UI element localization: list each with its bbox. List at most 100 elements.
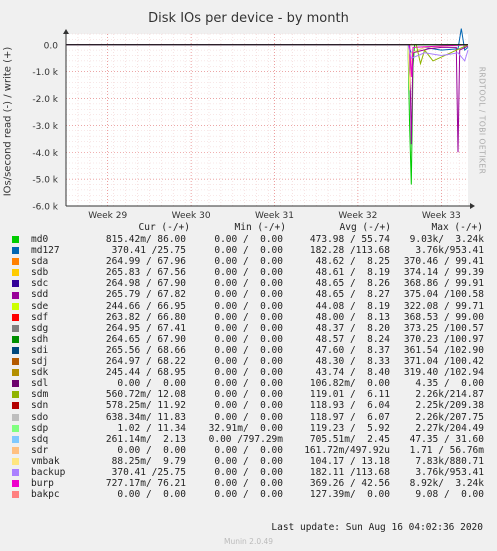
legend-name: bakpc [31, 489, 60, 501]
legend-row-sde: sde 244.66 / 66.95 0.00 / 0.00 44.08 / 8.19… [12, 301, 484, 312]
legend-min: 0.00 / 0.00 [214, 356, 283, 368]
legend-max: 368.53 / 99.00 [403, 311, 484, 323]
y-tick-label: -5.0 k [32, 176, 58, 186]
legend-avg: 182.11 /113.68 [309, 466, 390, 478]
legend-avg: 48.62 / 8.25 [315, 256, 390, 268]
legend-name: sdg [31, 322, 49, 334]
legend-row-sdp: sdp 1.02 / 11.34 32.91m/ 0.00 119.23 / 5.92… [12, 423, 484, 434]
legend-cur: 1.02 / 11.34 [117, 422, 186, 434]
legend-header: Cur (-/+) Min (-/+) Avg (-/+) Max (-/+) [95, 222, 483, 233]
legend-row-sdf: sdf 263.82 / 66.80 0.00 / 0.00 48.00 / 8.13… [12, 312, 484, 323]
legend-cur: 245.44 / 68.95 [105, 367, 186, 379]
legend-name: burp [31, 478, 54, 490]
legend-cur: 370.41 /25.75 [111, 245, 186, 257]
legend-cur: 727.17m/ 76.21 [105, 478, 186, 490]
legend-max: 361.54 /102.90 [403, 344, 484, 356]
legend-avg: 104.17 / 13.18 [309, 455, 390, 467]
legend-min: 0.00 / 0.00 [214, 444, 283, 456]
legend-min: 0.00 / 0.00 [214, 322, 283, 334]
legend-swatch [12, 346, 19, 354]
legend-name: sdn [31, 400, 49, 412]
legend-swatch [12, 413, 19, 421]
legend-min: 0.00 / 0.00 [214, 378, 283, 390]
legend-row-sda: sda 264.99 / 67.96 0.00 / 0.00 48.62 / 8.25… [12, 256, 484, 267]
legend-avg: 119.23 / 5.92 [309, 422, 390, 434]
x-tick-label: Week 29 [88, 211, 127, 221]
legend-max: 3.76k/953.41 [415, 466, 484, 478]
legend-avg: 48.65 / 8.27 [315, 289, 390, 301]
legend-name: sdm [31, 389, 49, 401]
legend-name: sdb [31, 267, 49, 279]
y-tick-label: -4.0 k [32, 149, 58, 159]
legend-name: sdj [31, 356, 49, 368]
legend-cur: 0.00 / 0.00 [117, 378, 186, 390]
legend-cur: 264.65 / 67.90 [105, 333, 186, 345]
legend-swatch [12, 324, 19, 332]
legend-max: 3.76k/953.41 [415, 245, 484, 257]
legend-min: 0.00 / 0.00 [214, 466, 283, 478]
legend-name: md0 [31, 234, 49, 245]
legend-name: sde [31, 300, 49, 312]
legend-row-sdn: sdn 578.25m/ 11.92 0.00 / 0.00 118.93 / 6.0… [12, 400, 484, 411]
legend-avg: 44.08 / 8.19 [315, 300, 390, 312]
legend-min: 0.00 / 0.00 [214, 256, 283, 268]
legend-row-vmbak: vmbak 88.25m/ 9.79 0.00 / 0.00 104.17 / 13.… [12, 456, 484, 467]
x-tick-label: Week 31 [255, 211, 294, 221]
legend-name: sdi [31, 344, 49, 356]
legend-cur: 578.25m/ 11.92 [105, 400, 186, 412]
legend-cur: 265.79 / 67.82 [105, 289, 186, 301]
legend-swatch [12, 236, 19, 244]
legend-avg: 119.01 / 6.11 [309, 389, 390, 401]
legend-row-sdo: sdo 638.34m/ 11.83 0.00 / 0.00 118.97 / 6.0… [12, 412, 484, 423]
legend-cur: 265.56 / 68.66 [105, 344, 186, 356]
legend-row-sdm: sdm 560.72m/ 12.08 0.00 / 0.00 119.01 / 6.1… [12, 389, 484, 400]
legend-cur: 560.72m/ 12.08 [105, 389, 186, 401]
legend-max: 373.25 /100.57 [403, 322, 484, 334]
legend-swatch [12, 247, 19, 255]
legend-max: 9.08 / 0.00 [415, 489, 484, 501]
legend-avg: 118.97 / 6.07 [309, 411, 390, 423]
x-tick-label: Week 32 [338, 211, 377, 221]
legend-swatch [12, 302, 19, 310]
legend-name: sdk [31, 367, 49, 379]
y-tick-label: -1.0 k [32, 68, 58, 78]
legend-max: 319.40 /102.94 [403, 367, 484, 379]
legend-swatch [12, 480, 19, 488]
legend-cur: 261.14m/ 2.13 [105, 433, 186, 445]
legend-max: 7.83k/880.71 [415, 455, 484, 467]
legend-name: sdr [31, 444, 49, 456]
legend-cur: 244.66 / 66.95 [105, 300, 186, 312]
legend-cur: 815.42m/ 86.00 [105, 234, 186, 245]
legend-max: 1.71 / 56.76m [409, 444, 484, 456]
legend-row-sdb: sdb 265.83 / 67.56 0.00 / 0.00 48.61 / 8.19… [12, 267, 484, 278]
y-ticks: 0.0 -1.0 k -2.0 k -3.0 k -4.0 k -5.0 k -6.0 k [32, 41, 58, 212]
legend: md0 815.42m/ 86.00 0.00 / 0.00 473.98 / 55.… [12, 234, 484, 500]
col-avg: Avg (-/+) [339, 222, 391, 233]
legend-swatch [12, 391, 19, 399]
legend-swatch [12, 258, 19, 266]
legend-row-sdr: sdr 0.00 / 0.00 0.00 / 0.00 161.72m/497.92u… [12, 445, 484, 456]
legend-max: 374.14 / 99.39 [403, 267, 484, 279]
legend-row-sdd: sdd 265.79 / 67.82 0.00 / 0.00 48.65 / 8.27… [12, 289, 484, 300]
col-max: Max (-/+) [431, 222, 483, 233]
legend-row-sdg: sdg 264.95 / 67.41 0.00 / 0.00 48.37 / 8.20… [12, 323, 484, 334]
legend-name: sdl [31, 378, 49, 390]
y-tick-label: -6.0 k [32, 203, 58, 213]
legend-row-backup: backup 370.41 /25.75 0.00 / 0.00 182.11 /11… [12, 467, 484, 478]
legend-max: 375.04 /100.58 [403, 289, 484, 301]
legend-swatch [12, 291, 19, 299]
legend-swatch [12, 491, 19, 499]
y-tick-label: -2.0 k [32, 95, 58, 105]
legend-swatch [12, 380, 19, 388]
legend-swatch [12, 335, 19, 343]
legend-avg: 705.51m/ 2.45 [309, 433, 390, 445]
legend-min: 0.00 / 0.00 [214, 234, 283, 245]
legend-swatch [12, 369, 19, 377]
legend-cur: 88.25m/ 9.79 [111, 455, 186, 467]
y-tick-label: -3.0 k [32, 122, 58, 132]
legend-name: md127 [31, 245, 60, 257]
legend-name: sdp [31, 422, 49, 434]
legend-name: sdq [31, 433, 49, 445]
legend-avg: 48.37 / 8.20 [315, 322, 390, 334]
x-ticks: Week 29 Week 30 Week 31 Week 32 Week 33 [88, 211, 461, 221]
